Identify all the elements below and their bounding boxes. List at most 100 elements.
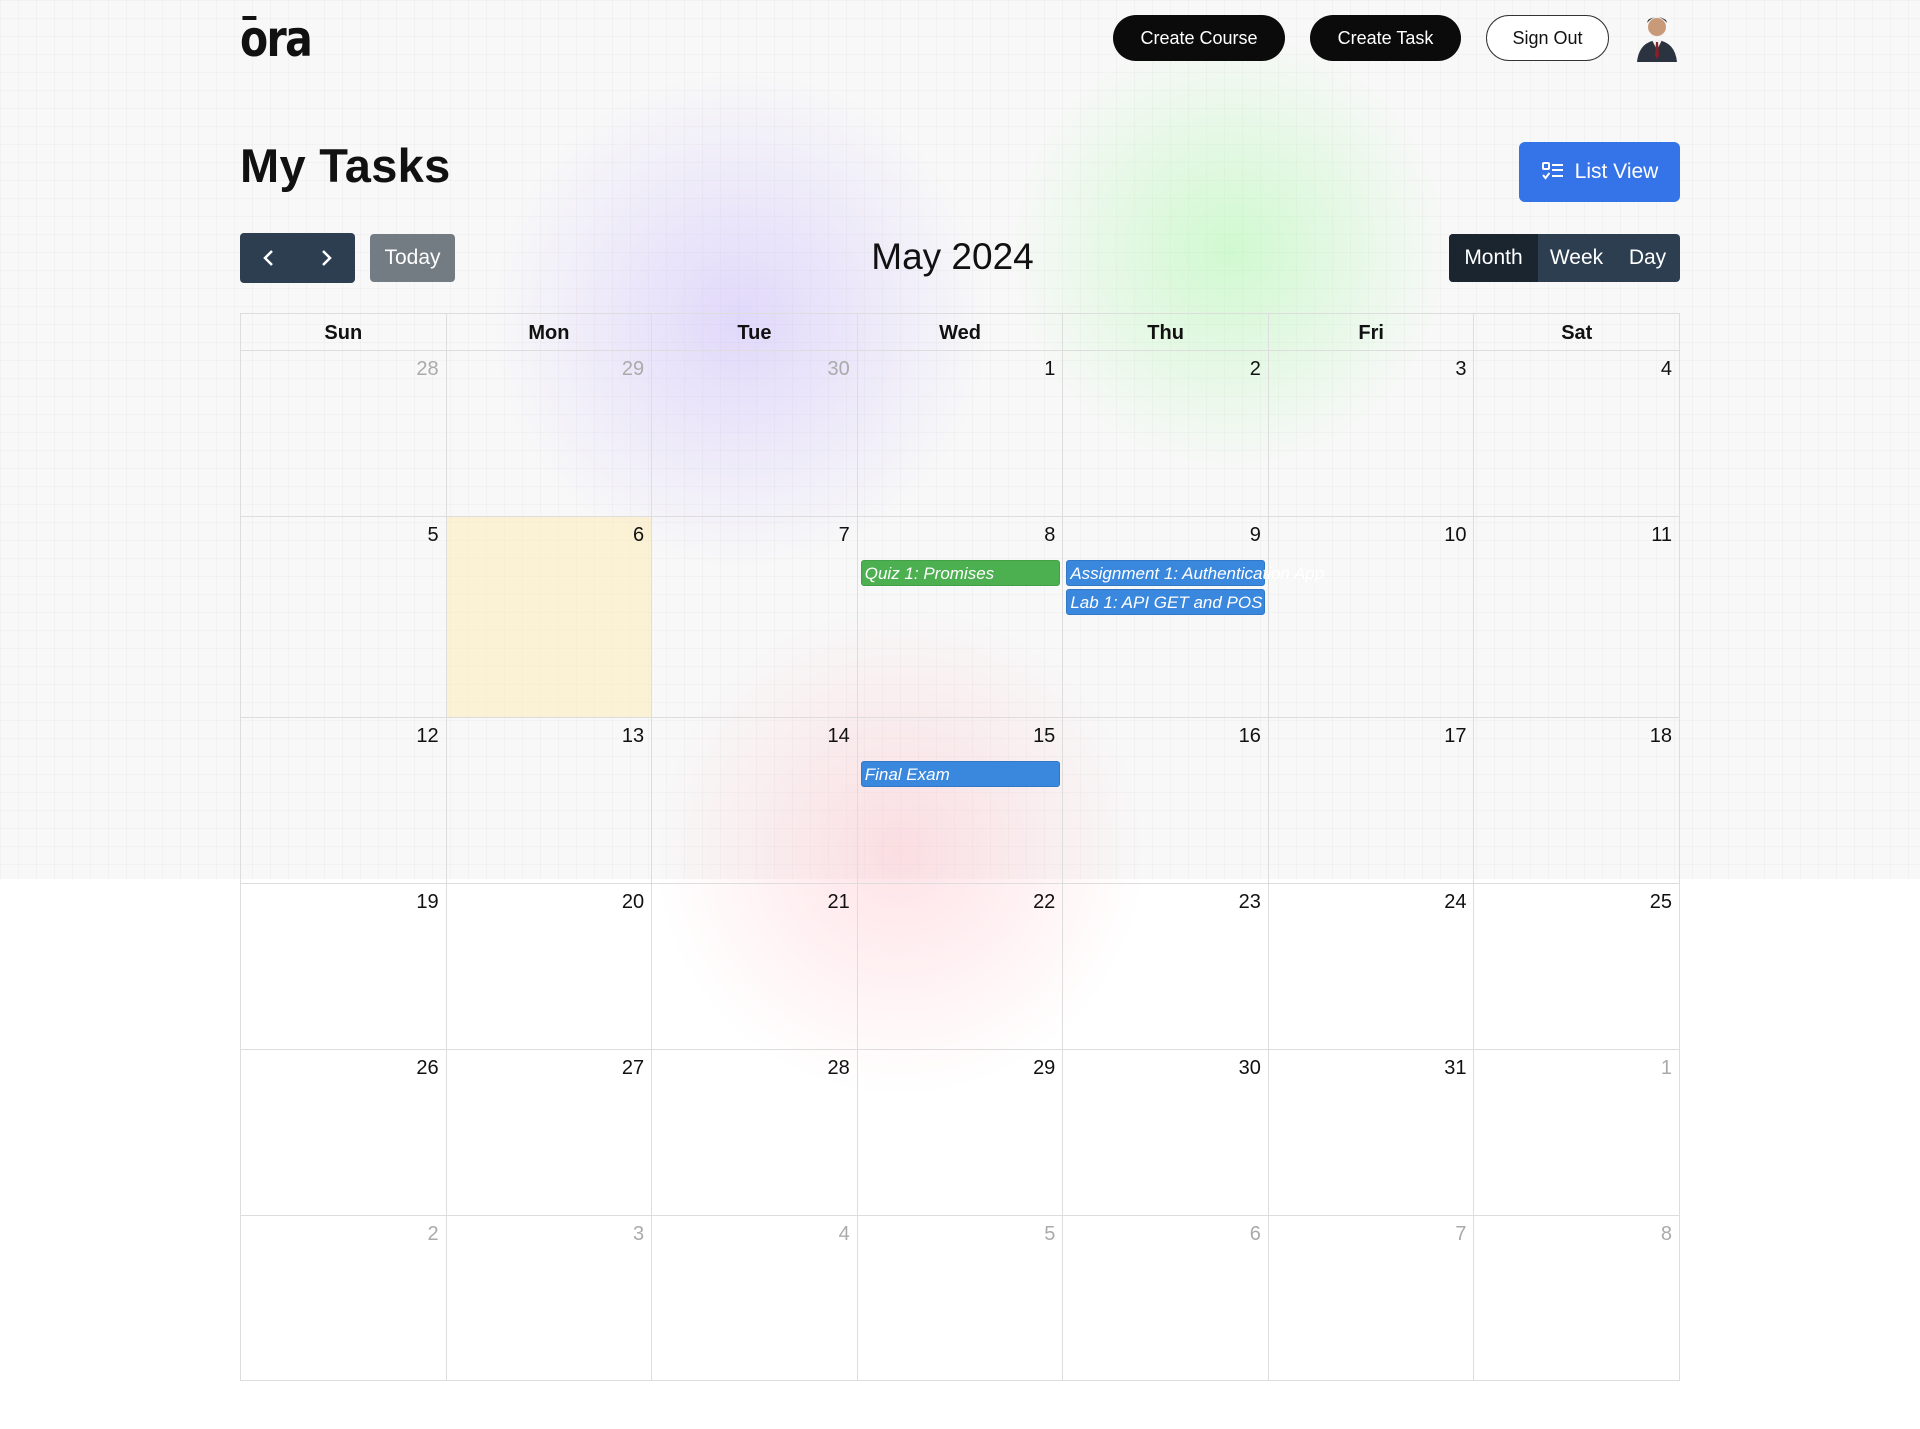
day-number: 3	[633, 1223, 645, 1245]
month-view-button[interactable]: Month	[1449, 234, 1538, 282]
day-cell[interactable]: 12	[240, 717, 446, 883]
day-view-button[interactable]: Day	[1615, 234, 1680, 282]
day-number: 25	[1649, 891, 1673, 913]
day-cell-today[interactable]: 6	[445, 516, 652, 717]
day-cell[interactable]: 22	[856, 883, 1063, 1049]
day-cell[interactable]: 15 Final Exam	[856, 717, 1063, 883]
today-button[interactable]: Today	[370, 234, 455, 282]
day-number: 8	[1044, 524, 1056, 546]
day-cell[interactable]: 4	[1473, 350, 1681, 516]
day-cell[interactable]: 30	[1062, 1049, 1268, 1215]
page-title: My Tasks	[240, 139, 451, 192]
day-cell[interactable]: 25	[1473, 883, 1681, 1049]
day-cell[interactable]: 27	[445, 1049, 652, 1215]
day-cell[interactable]: 13	[445, 717, 652, 883]
view-switcher: Month Week Day	[1449, 234, 1680, 282]
weekday-label: Fri	[1267, 313, 1474, 350]
day-cell[interactable]: 29	[856, 1049, 1063, 1215]
day-cell[interactable]: 8	[1473, 1215, 1681, 1381]
day-cell[interactable]: 6	[1062, 1215, 1268, 1381]
day-cell[interactable]: 28	[240, 350, 446, 516]
day-number: 30	[827, 358, 850, 380]
next-button[interactable]	[298, 233, 356, 283]
week-row: 26 27 28 29 30 31 1	[240, 1049, 1681, 1215]
week-view-button[interactable]: Week	[1538, 234, 1615, 282]
day-number: 30	[1238, 1057, 1261, 1079]
weekday-label: Tue	[651, 313, 857, 350]
day-cell[interactable]: 2	[240, 1215, 446, 1381]
create-task-button[interactable]: Create Task	[1310, 15, 1461, 61]
day-cell[interactable]: 24	[1267, 883, 1474, 1049]
calendar-event[interactable]: Quiz 1: Promises	[860, 560, 1060, 586]
day-number: 24	[1444, 891, 1467, 913]
day-cell[interactable]: 3	[445, 1215, 652, 1381]
chevron-left-icon	[262, 250, 273, 266]
day-number: 27	[621, 1057, 645, 1079]
day-cell[interactable]: 10	[1267, 516, 1474, 717]
day-number: 22	[1033, 891, 1056, 913]
day-number: 26	[416, 1057, 439, 1079]
day-cell[interactable]: 28	[651, 1049, 857, 1215]
day-number: 6	[1249, 1223, 1261, 1245]
day-cell[interactable]: 4	[651, 1215, 857, 1381]
day-cell[interactable]: 31	[1267, 1049, 1474, 1215]
day-cell[interactable]: 11	[1473, 516, 1681, 717]
month-title: May 2024	[871, 236, 1034, 277]
weekday-label: Thu	[1062, 313, 1268, 350]
day-cell[interactable]: 2	[1062, 350, 1268, 516]
day-cell[interactable]: 21	[651, 883, 857, 1049]
calendar-grid: Sun Mon Tue Wed Thu Fri Sat 28 29 30 1 2…	[240, 313, 1681, 1381]
day-number: 1	[1660, 1057, 1673, 1079]
weekday-label: Sat	[1473, 313, 1681, 350]
day-number: 9	[1249, 524, 1261, 546]
day-number: 6	[633, 524, 645, 546]
day-number: 17	[1444, 725, 1467, 747]
create-course-button[interactable]: Create Course	[1113, 15, 1285, 61]
week-row: 12 13 14 15 Final Exam 16 17 18	[240, 717, 1681, 883]
day-number: 8	[1660, 1223, 1673, 1245]
day-number: 31	[1444, 1057, 1467, 1079]
day-cell[interactable]: 30	[651, 350, 857, 516]
day-cell[interactable]: 8 Quiz 1: Promises	[856, 516, 1063, 717]
list-view-button[interactable]: List View	[1519, 142, 1680, 202]
day-cell[interactable]: 1	[1473, 1049, 1681, 1215]
day-cell[interactable]: 3	[1267, 350, 1474, 516]
calendar-event[interactable]: Lab 1: API GET and POST	[1066, 589, 1266, 615]
day-number: 4	[838, 1223, 850, 1245]
week-row: 19 20 21 22 23 24 25	[240, 883, 1681, 1049]
week-row: 2 3 4 5 6 7 8	[240, 1215, 1681, 1381]
week-row: 28 29 30 1 2 3 4	[240, 350, 1681, 516]
day-cell[interactable]: 1	[856, 350, 1063, 516]
day-cell[interactable]: 20	[445, 883, 652, 1049]
day-cell[interactable]: 23	[1062, 883, 1268, 1049]
day-number: 7	[838, 524, 850, 546]
day-number: 10	[1444, 524, 1467, 546]
weekday-label: Wed	[856, 313, 1063, 350]
logo[interactable]: ora	[240, 14, 313, 64]
day-cell[interactable]: 14	[651, 717, 857, 883]
day-number: 16	[1238, 725, 1261, 747]
sign-out-button[interactable]: Sign Out	[1486, 15, 1609, 61]
day-cell[interactable]: 9 Assignment 1: Authentication App Lab 1…	[1062, 516, 1324, 717]
calendar-event[interactable]: Assignment 1: Authentication App	[1066, 560, 1324, 586]
avatar[interactable]	[1634, 12, 1680, 62]
day-cell[interactable]: 5	[240, 516, 446, 717]
day-cell[interactable]: 19	[240, 883, 446, 1049]
day-cell[interactable]: 7	[1267, 1215, 1474, 1381]
day-number: 13	[621, 725, 645, 747]
day-number: 29	[621, 358, 645, 380]
day-cell[interactable]: 26	[240, 1049, 446, 1215]
day-cell[interactable]: 7	[651, 516, 857, 717]
day-cell[interactable]: 29	[445, 350, 652, 516]
day-cell[interactable]: 16	[1062, 717, 1268, 883]
day-cell[interactable]: 18	[1473, 717, 1681, 883]
day-number: 23	[1238, 891, 1261, 913]
calendar-event[interactable]: Final Exam	[860, 761, 1060, 787]
day-cell[interactable]: 17	[1267, 717, 1474, 883]
day-number: 18	[1649, 725, 1673, 747]
day-cell[interactable]: 5	[856, 1215, 1063, 1381]
nav-button-group	[240, 233, 355, 283]
day-number: 14	[827, 725, 850, 747]
prev-button[interactable]	[240, 233, 298, 283]
day-number: 12	[416, 725, 439, 747]
